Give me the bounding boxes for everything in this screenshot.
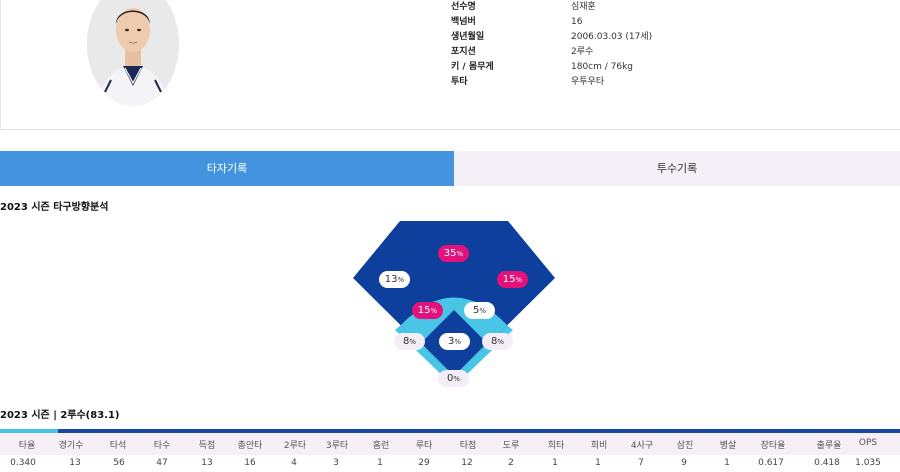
zone-catcher-pct: 0% [438, 370, 469, 387]
zone-left-infield-pct: 15% [412, 302, 443, 319]
zone-middle-pct: 3% [439, 333, 470, 350]
stats-value-cell: 0.617 [758, 458, 784, 468]
zone-center-deep-pct: 35% [438, 245, 469, 262]
zone-left-deep-pct: 13% [379, 271, 410, 288]
zone-right-infield-pct: 5% [464, 302, 495, 319]
zone-right-deep-pct: 15% [497, 271, 528, 288]
stats-header-cell: OPS [858, 438, 878, 448]
zone-first-line-pct: 8% [482, 333, 513, 350]
stats-header-cell: 장타율 [760, 441, 786, 451]
season-stats-table: 타율 경기수 타석 타수 득점 총안타 2루타 3루타 홈런 루타 타점 도루 … [0, 429, 900, 472]
stats-header-row: 타율 경기수 타석 타수 득점 총안타 2루타 3루타 홈런 루타 타점 도루 … [0, 433, 900, 455]
zone-third-line-pct: 8% [394, 333, 425, 350]
season-stats-title: 2023 시즌 | 2루수(83.1) [0, 410, 120, 421]
stats-value-cell: 1.035 [855, 458, 881, 468]
